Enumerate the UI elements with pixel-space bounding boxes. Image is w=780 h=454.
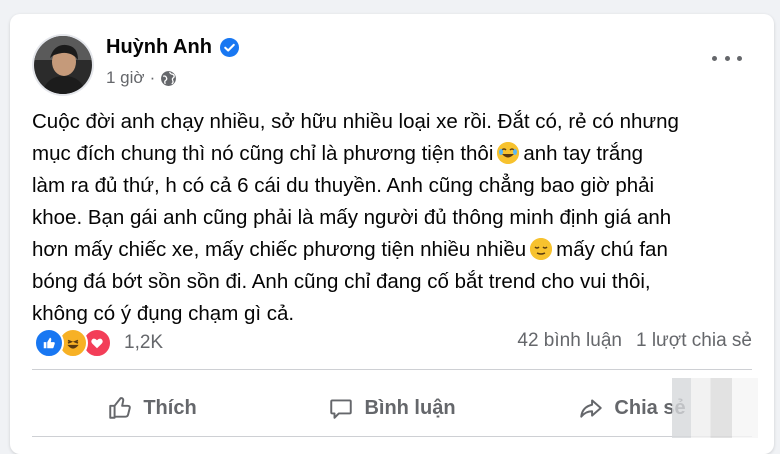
post-line: không có ý đụng chạm gì cả. [32,302,295,325]
post-line: Cuộc đời anh chạy nhiều, sở hữu nhiều lo… [32,110,679,133]
like-label: Thích [143,396,197,419]
more-dot [737,55,742,61]
comment-count[interactable]: 42 bình luận [517,330,622,352]
more-dot [712,55,717,61]
post-line: khoe. Bạn gái anh cũng phải là mấy người… [32,206,672,229]
reaction-count[interactable]: 1,2K [124,332,163,354]
verified-badge-icon [219,38,239,57]
more-dot [724,55,730,61]
share-count[interactable]: 1 lượt chia sẻ [636,330,752,352]
post-line: mục đích chung thì nó cũng chỉ là phương… [32,138,772,170]
like-button[interactable]: Thích [32,384,272,432]
post-line-segment: mấy chú fan [556,238,668,261]
action-bar: Thích Bình luận Chia sẻ [32,384,752,432]
post-line-segment: hơn mấy chiếc xe, mấy chiếc phương tiện … [32,238,527,261]
dot-separator: · [149,68,156,87]
globe-icon[interactable] [160,70,177,87]
divider [32,436,752,437]
post-line: làm ra đủ thứ, h có cả 6 cái du thuyền. … [32,174,655,197]
author-name[interactable]: Huỳnh Anh [106,36,212,59]
engagement-stats: 42 bình luận 1 lượt chia sẻ [517,330,752,352]
author-name-row: Huỳnh Anh [106,36,239,59]
post-card: Huỳnh Anh 1 giờ · Cuộc đời anh chạy nhiề… [10,14,774,454]
relieved-emoji [530,238,553,260]
comment-bubble-icon [330,399,353,419]
post-text: Cuộc đời anh chạy nhiều, sở hữu nhiều lo… [32,106,772,330]
post-time[interactable]: 1 giờ [106,68,145,88]
post-meta: 1 giờ · [106,68,177,88]
more-options-button[interactable] [712,48,742,68]
post-line: bóng đá bớt sồn sồn đi. Anh cũng chỉ đan… [32,270,651,293]
like-reaction-icon [34,328,64,358]
avatar[interactable] [34,36,92,94]
post-line-segment: anh tay trắng [523,142,644,165]
reactions-summary[interactable]: 1,2K [34,328,163,358]
post-line: hơn mấy chiếc xe, mấy chiếc phương tiện … [32,234,772,266]
share-arrow-icon [580,399,603,418]
comment-label: Bình luận [364,396,456,419]
comment-button[interactable]: Bình luận [272,384,512,432]
post-line-segment: mục đích chung thì nó cũng chỉ là phương… [32,142,494,165]
divider [32,369,752,370]
thumbs-up-icon [109,397,132,419]
laughing-crying-emoji [497,142,520,164]
watermark-blur [672,378,758,438]
